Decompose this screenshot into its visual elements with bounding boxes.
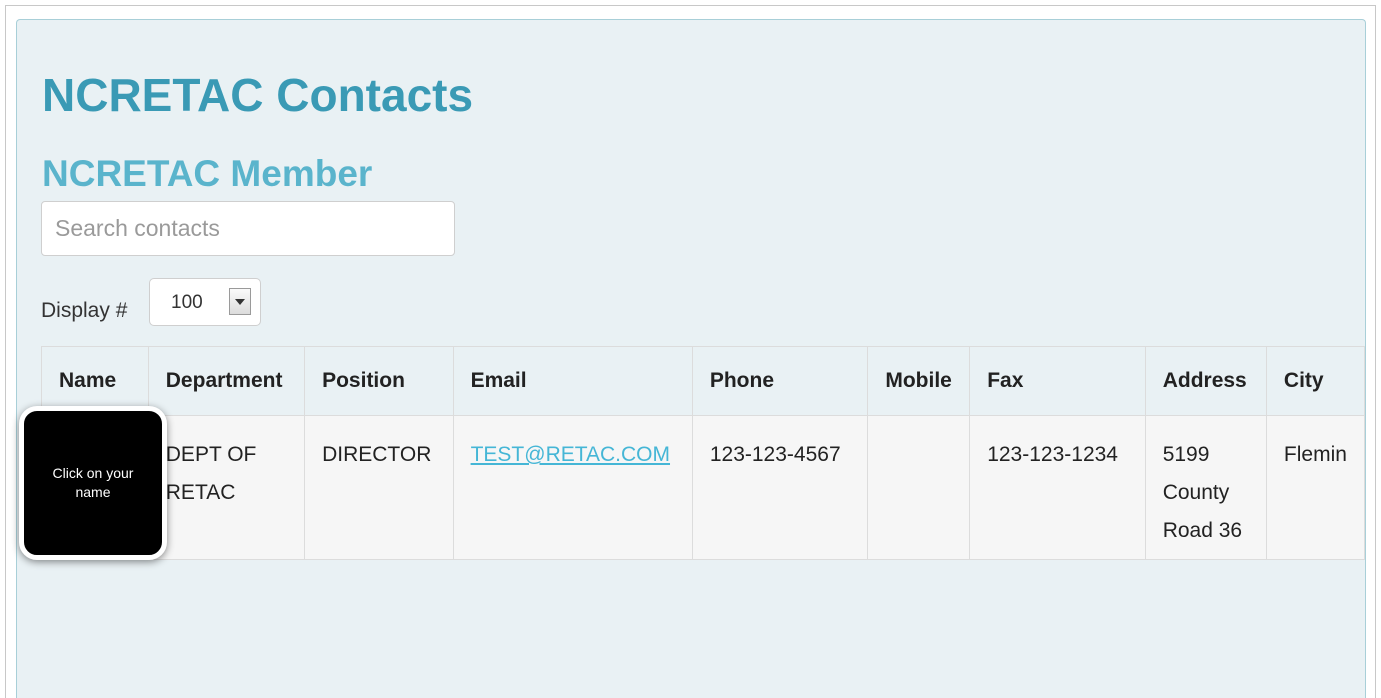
column-header-department[interactable]: Department <box>147 346 306 416</box>
column-header-position[interactable]: Position <box>304 346 454 416</box>
callout-text: Click on your name <box>52 465 134 500</box>
table-header-row: Name Department Position Email Phone Mob… <box>41 346 1365 416</box>
search-input[interactable] <box>41 201 455 256</box>
column-header-address[interactable]: Address <box>1144 346 1267 416</box>
cell-city: Flemin <box>1265 415 1365 560</box>
email-link[interactable]: TEST@RETAC.COM <box>471 443 670 466</box>
display-count-value: 100 <box>171 292 203 313</box>
cell-address: 5199 County Road 36 <box>1144 415 1267 560</box>
cell-phone: 123-123-4567 <box>691 415 869 560</box>
cell-mobile <box>867 415 971 560</box>
cell-position: DIRECTOR <box>304 415 454 560</box>
contacts-panel: NCRETAC Contacts NCRETAC Member Display … <box>16 19 1366 698</box>
page-subtitle: NCRETAC Member <box>42 153 373 194</box>
display-count-select[interactable]: 100 <box>149 278 261 326</box>
column-header-mobile[interactable]: Mobile <box>867 346 971 416</box>
column-header-email[interactable]: Email <box>452 346 693 416</box>
column-header-city[interactable]: City <box>1265 346 1365 416</box>
column-header-fax[interactable]: Fax <box>969 346 1146 416</box>
page-title: NCRETAC Contacts <box>42 69 474 121</box>
contacts-table: Name Department Position Email Phone Mob… <box>41 346 1365 560</box>
instruction-callout: Click on your name <box>19 406 167 560</box>
display-count-label: Display # <box>41 299 128 322</box>
chevron-down-icon[interactable] <box>229 288 251 315</box>
cell-fax: 123-123-1234 <box>969 415 1146 560</box>
column-header-phone[interactable]: Phone <box>691 346 869 416</box>
cell-department: DEPT OF RETAC <box>147 415 306 560</box>
table-row[interactable]: DEPT OF RETAC DIRECTOR TEST@RETAC.COM 12… <box>41 415 1365 560</box>
cell-email: TEST@RETAC.COM <box>452 415 693 560</box>
